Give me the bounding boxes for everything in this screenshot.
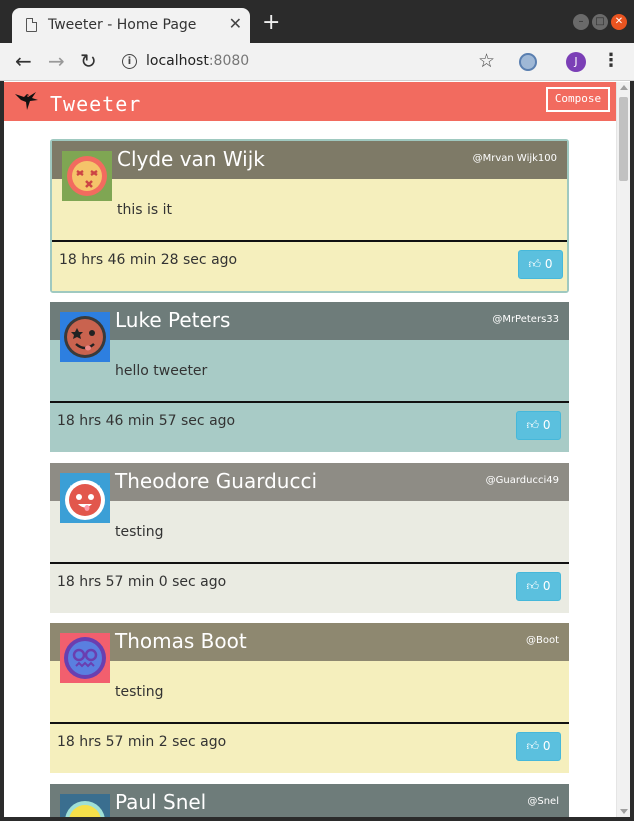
browser-tab-bar: Tweeter - Home Page ✕ + – □ ✕ — [0, 0, 634, 43]
close-tab-icon[interactable]: ✕ — [229, 14, 242, 34]
tweet-author-handle: @Mrvan Wijk100 — [472, 153, 557, 164]
address-bar[interactable]: localhost:8080 — [146, 53, 249, 69]
tweet-author-handle: @MrPeters33 — [492, 314, 559, 325]
tweet-footer: 18 hrs 46 min 28 sec ago 👍︎ 0 — [52, 240, 567, 291]
like-button[interactable]: 👍︎ 0 — [518, 250, 563, 279]
thumbs-up-icon: 👍︎ — [526, 739, 540, 753]
tweet-author-handle: @Boot — [525, 635, 559, 646]
like-count: 0 — [542, 739, 551, 753]
document-icon — [26, 18, 37, 32]
tweet-header: Thomas Boot @Boot — [50, 623, 569, 661]
tweet-timestamp: 18 hrs 57 min 0 sec ago — [57, 574, 227, 590]
extension-icon[interactable] — [519, 53, 537, 71]
info-icon[interactable]: i — [122, 54, 137, 69]
thumbs-up-icon: 👍︎ — [526, 418, 540, 432]
tweet-author-name: Thomas Boot — [115, 629, 247, 653]
tweet-header: Clyde van Wijk @Mrvan Wijk100 — [52, 141, 567, 179]
tweet-text: testing — [115, 524, 164, 540]
reload-icon[interactable]: ↻ — [80, 49, 97, 73]
scroll-up-arrow-icon[interactable] — [620, 85, 628, 90]
browser-tab[interactable]: Tweeter - Home Page ✕ — [12, 8, 250, 43]
smile-face-avatar — [60, 794, 110, 817]
tweet-header: Theodore Guarducci @Guarducci49 — [50, 463, 569, 501]
tweet-footer: 18 hrs 46 min 57 sec ago 👍︎ 0 — [50, 401, 569, 452]
page-viewport: Tweeter Compose Clyde van Wijk @Mrvan Wi… — [4, 82, 616, 817]
tweet-card: Paul Snel @Snel — [50, 784, 569, 817]
tweet-author-name: Paul Snel — [115, 790, 207, 814]
thumbs-up-icon: 👍︎ — [528, 257, 542, 271]
profile-avatar[interactable]: J — [566, 52, 586, 72]
compose-button[interactable]: Compose — [546, 87, 610, 112]
like-button[interactable]: 👍︎ 0 — [516, 732, 561, 761]
like-count: 0 — [542, 579, 551, 593]
tweet-body: hello tweeter — [50, 340, 569, 401]
bookmark-star-icon[interactable]: ☆ — [478, 50, 495, 72]
new-tab-button[interactable]: + — [262, 12, 280, 34]
browser-menu-icon[interactable]: ⋮ — [602, 51, 620, 71]
tweet-footer: 18 hrs 57 min 0 sec ago 👍︎ 0 — [50, 562, 569, 613]
url-port: :8080 — [208, 53, 250, 69]
close-window-button[interactable]: ✕ — [611, 14, 627, 30]
browser-toolbar: ← → ↻ i localhost:8080 ☆ J ⋮ — [0, 43, 634, 81]
url-host: localhost — [146, 53, 209, 69]
tweet-author-name: Luke Peters — [115, 308, 231, 332]
tweet-card: Luke Peters @MrPeters33 hello tweeter 18… — [50, 302, 569, 452]
horned-face-avatar — [60, 473, 110, 523]
tweet-text: this is it — [117, 202, 173, 218]
tweet-author-handle: @Guarducci49 — [485, 475, 559, 486]
forward-arrow-icon[interactable]: → — [48, 49, 65, 73]
tweet-body: testing — [50, 501, 569, 562]
tweet-timestamp: 18 hrs 57 min 2 sec ago — [57, 734, 227, 750]
tweet-timestamp: 18 hrs 46 min 28 sec ago — [59, 252, 238, 268]
hummingbird-logo-icon — [15, 92, 38, 110]
like-count: 0 — [542, 418, 551, 432]
thumbs-up-icon: 👍︎ — [526, 579, 540, 593]
tab-title: Tweeter - Home Page — [48, 17, 197, 33]
app-header: Tweeter Compose — [4, 82, 616, 121]
like-count: 0 — [544, 257, 553, 271]
tweet-text: hello tweeter — [115, 363, 208, 379]
tweet-footer: 18 hrs 57 min 2 sec ago 👍︎ 0 — [50, 722, 569, 773]
app-title: Tweeter — [50, 92, 142, 116]
scrollbar-thumb[interactable] — [619, 97, 628, 181]
tweet-text: testing — [115, 684, 164, 700]
goggle-face-avatar — [60, 633, 110, 683]
tweet-card: Thomas Boot @Boot testing 18 hrs 57 min … — [50, 623, 569, 773]
back-arrow-icon[interactable]: ← — [15, 49, 32, 73]
tweet-header: Paul Snel @Snel — [50, 784, 569, 817]
scroll-down-arrow-icon[interactable] — [620, 809, 628, 814]
tweet-author-handle: @Snel — [527, 796, 559, 807]
tweet-author-name: Clyde van Wijk — [117, 147, 265, 171]
window-frame-right — [630, 81, 634, 821]
dizzy-face-avatar — [62, 151, 112, 201]
window-frame-bottom — [0, 817, 634, 821]
star-eyes-face-avatar — [60, 312, 110, 362]
tweet-header: Luke Peters @MrPeters33 — [50, 302, 569, 340]
like-button[interactable]: 👍︎ 0 — [516, 572, 561, 601]
tweet-card: Theodore Guarducci @Guarducci49 testing … — [50, 463, 569, 613]
like-button[interactable]: 👍︎ 0 — [516, 411, 561, 440]
minimize-window-button[interactable]: – — [573, 14, 589, 30]
tweet-body: this is it — [52, 179, 567, 240]
tweet-author-name: Theodore Guarducci — [115, 469, 318, 493]
tweet-card: Clyde van Wijk @Mrvan Wijk100 this is it… — [50, 139, 569, 293]
tweet-body: testing — [50, 661, 569, 722]
page-scrollbar[interactable] — [616, 82, 630, 817]
tweet-timestamp: 18 hrs 46 min 57 sec ago — [57, 413, 236, 429]
maximize-window-button[interactable]: □ — [592, 14, 608, 30]
